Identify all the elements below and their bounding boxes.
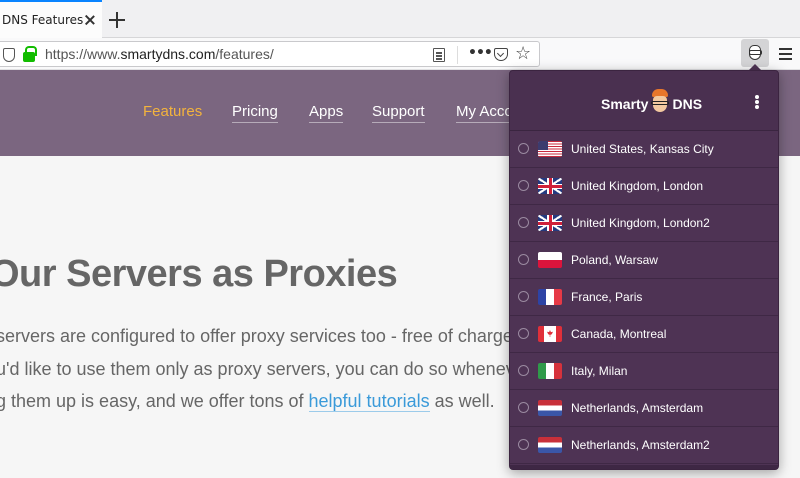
- popup-header: Smarty DNS: [510, 71, 778, 131]
- close-icon[interactable]: [84, 14, 96, 26]
- paragraph-line-1: servers are configured to offer proxy se…: [0, 326, 513, 346]
- server-radio[interactable]: [518, 180, 529, 191]
- server-radio[interactable]: [518, 291, 529, 302]
- server-name: Italy, Milan: [571, 364, 628, 378]
- more-options-icon[interactable]: [755, 95, 759, 99]
- new-tab-plus-icon[interactable]: [109, 12, 125, 28]
- navigation-toolbar: https://www.smartydns.com/features/ ••• …: [0, 38, 800, 70]
- site-nav-features[interactable]: Features: [143, 103, 202, 122]
- flag-uk-icon: [538, 178, 562, 194]
- smartydns-face-icon: [749, 45, 762, 60]
- server-item[interactable]: Canada, Montreal: [510, 316, 778, 353]
- tab-smartydns-features[interactable]: DNS Features |: [0, 0, 102, 38]
- server-radio[interactable]: [518, 365, 529, 376]
- smarty-mascot-icon: [650, 89, 670, 115]
- smartydns-extension-button[interactable]: [741, 39, 769, 67]
- server-radio[interactable]: [518, 217, 529, 228]
- server-name: United States, Kansas City: [571, 142, 714, 156]
- server-item[interactable]: United Kingdom, London: [510, 168, 778, 205]
- url-bar[interactable]: https://www.smartydns.com/features/ ••• …: [0, 41, 540, 67]
- site-nav-my-account[interactable]: My Acco: [456, 103, 513, 123]
- server-radio[interactable]: [518, 439, 529, 450]
- server-item[interactable]: United States, Kansas City: [510, 131, 778, 168]
- flag-uk-icon: [538, 215, 562, 231]
- server-item[interactable]: Netherlands, Amsterdam: [510, 390, 778, 427]
- paragraph-line-3: g them up is easy, and we offer tons of …: [0, 391, 495, 412]
- flag-us-icon: [538, 141, 562, 157]
- helpful-tutorials-link[interactable]: helpful tutorials: [308, 391, 430, 412]
- server-name: Canada, Montreal: [571, 327, 667, 341]
- flag-fr-icon: [538, 289, 562, 305]
- popup-footer: [510, 465, 778, 469]
- tab-strip: DNS Features |: [0, 0, 800, 38]
- menu-hamburger-icon[interactable]: [779, 48, 792, 50]
- server-name: Poland, Warsaw: [571, 253, 658, 267]
- url-text[interactable]: https://www.smartydns.com/features/: [45, 46, 274, 62]
- server-name: France, Paris: [571, 290, 643, 304]
- site-nav-support[interactable]: Support: [372, 103, 425, 123]
- server-radio[interactable]: [518, 143, 529, 154]
- pocket-icon[interactable]: [494, 48, 508, 61]
- smartydns-popup: Smarty DNS United States, Kansas City Uni…: [509, 70, 779, 470]
- bookmark-star-icon[interactable]: ☆: [515, 43, 531, 64]
- server-item[interactable]: Poland, Warsaw: [510, 242, 778, 279]
- server-name: Netherlands, Amsterdam2: [571, 438, 710, 452]
- flag-nl-icon: [538, 400, 562, 416]
- site-nav-pricing[interactable]: Pricing: [232, 103, 278, 123]
- url-bar-divider: [457, 46, 458, 64]
- page-actions-more-icon[interactable]: •••: [468, 45, 493, 61]
- server-name: United Kingdom, London2: [571, 216, 710, 230]
- reader-view-icon[interactable]: [433, 48, 445, 62]
- flag-pl-icon: [538, 252, 562, 268]
- server-item[interactable]: Netherlands, Amsterdam2: [510, 427, 778, 464]
- page-headline: Our Servers as Proxies: [0, 253, 398, 295]
- flag-nl-icon: [538, 437, 562, 453]
- server-item[interactable]: Italy, Milan: [510, 353, 778, 390]
- server-radio[interactable]: [518, 254, 529, 265]
- paragraph-line-2: u'd like to use them only as proxy serve…: [0, 359, 531, 379]
- tab-title: DNS Features |: [2, 13, 84, 27]
- flag-it-icon: [538, 363, 562, 379]
- site-nav-apps[interactable]: Apps: [309, 103, 344, 123]
- server-list: United States, Kansas City United Kingdom…: [510, 131, 778, 464]
- server-item[interactable]: France, Paris: [510, 279, 778, 316]
- server-name: United Kingdom, London: [571, 179, 704, 193]
- smartydns-logo: Smarty DNS: [601, 89, 702, 115]
- lock-icon[interactable]: [23, 46, 37, 62]
- server-name: Netherlands, Amsterdam: [571, 401, 704, 415]
- tracking-shield-icon[interactable]: [3, 48, 15, 62]
- server-radio[interactable]: [518, 402, 529, 413]
- flag-ca-icon: [538, 326, 562, 342]
- server-radio[interactable]: [518, 328, 529, 339]
- server-item[interactable]: United Kingdom, London2: [510, 205, 778, 242]
